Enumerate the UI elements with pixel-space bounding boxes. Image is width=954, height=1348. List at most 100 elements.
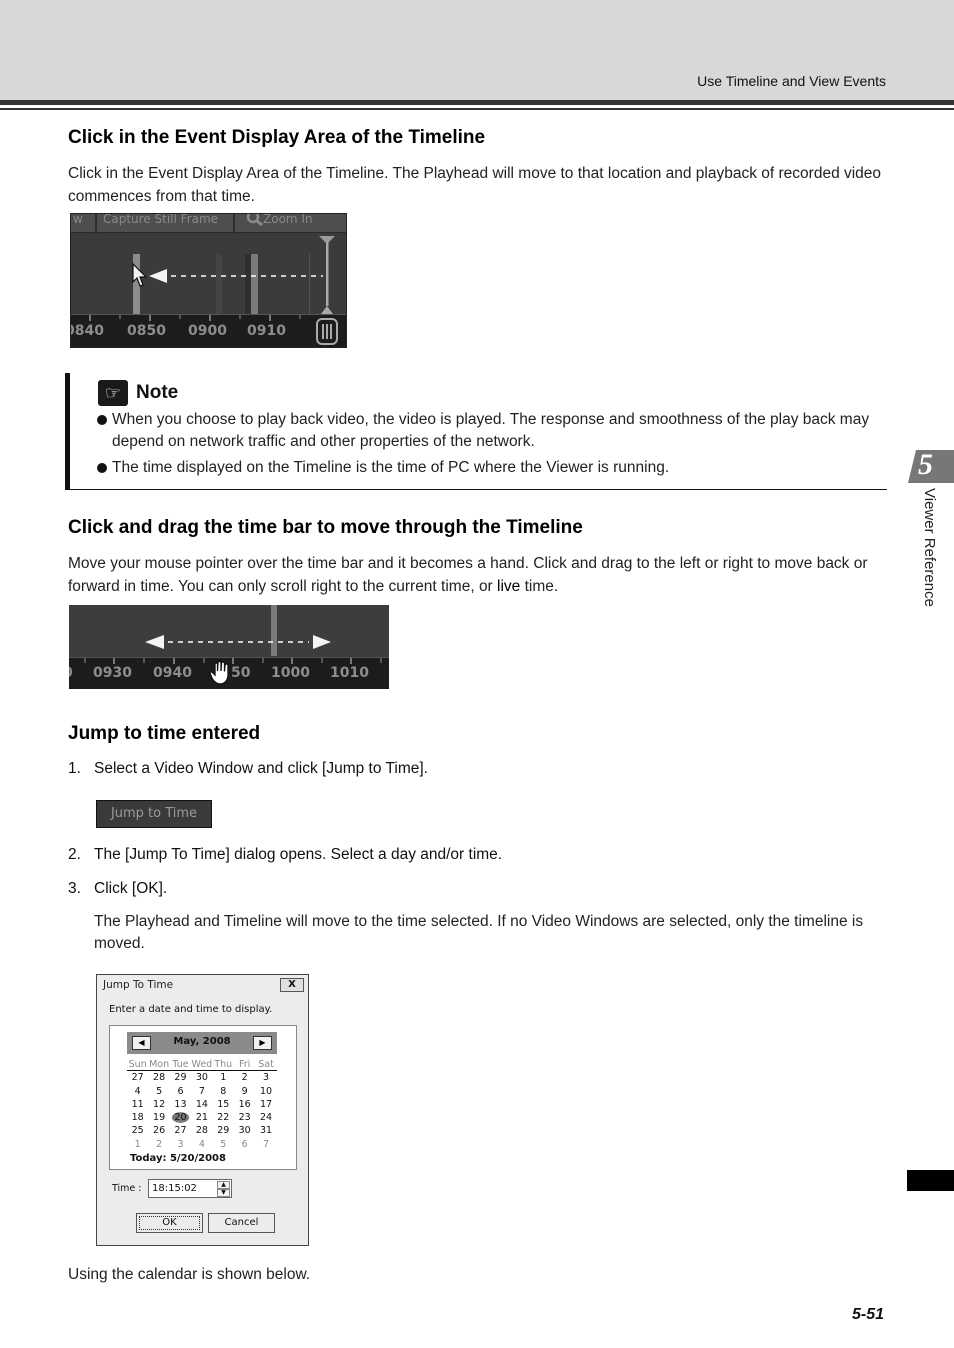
calendar-day[interactable]: 2 [234,1071,255,1084]
calendar-day[interactable]: 29 [213,1124,234,1137]
prev-month-button[interactable]: ◀ [132,1036,151,1050]
section-body-event-area: Click in the Event Display Area of the T… [68,165,882,205]
tick-label: 0850 [127,323,166,339]
calendar-day[interactable]: 16 [234,1098,255,1111]
calendar-day[interactable]: 11 [127,1098,148,1111]
calendar: May, 2008 ◀ ▶ Sun Mon Tue Wed Thu Fri Sat 27 28… [109,1025,297,1170]
time-bar[interactable]: 0 0930 0940 50 1000 1010 [69,657,389,689]
calendar-day[interactable]: 25 [127,1124,148,1137]
calendar-day[interactable]: 13 [170,1098,191,1111]
note-item: The time displayed on the Timeline is th… [96,457,886,479]
calendar-day[interactable]: 5 [213,1138,234,1151]
calendar-day[interactable]: 27 [170,1124,191,1137]
tick-mark [84,658,86,663]
calendar-day[interactable]: 1 [127,1138,148,1151]
calendar-day[interactable]: 10 [255,1085,276,1098]
today-link[interactable]: Today: 5/20/2008 [130,1153,226,1164]
calendar-day[interactable]: 15 [213,1098,234,1111]
calendar-day[interactable]: 18 [127,1111,148,1124]
tick-label: 1000 [271,665,310,681]
tick-mark [113,658,115,664]
calendar-week-row: 27 28 29 30 1 2 3 [127,1071,277,1084]
step-text: Select a Video Window and click [Jump to… [94,760,428,777]
section-heading-jump-to-time: Jump to time entered [68,723,261,744]
calendar-day[interactable]: 8 [213,1085,234,1098]
weekday-label: Fri [238,1059,251,1070]
calendar-day[interactable]: 17 [255,1098,276,1111]
close-button[interactable]: X [280,978,304,992]
next-month-button[interactable]: ▶ [253,1036,272,1050]
chevron-left-icon: ◀ [138,1038,145,1047]
calendar-day-selected[interactable]: 20 [169,1111,192,1125]
tick-mark [209,315,211,321]
calendar-day[interactable]: 6 [170,1085,191,1098]
time-scale[interactable]: 0840 0850 0900 0910 [71,314,346,347]
tick-mark [89,315,91,321]
calendar-day[interactable]: 6 [234,1138,255,1151]
tick-mark [321,658,323,663]
note-item-text: When you choose to play back video, the … [112,411,870,450]
step-3: 3. Click [OK]. [68,880,167,898]
weekday-label: Sat [258,1059,274,1070]
calendar-day[interactable]: 27 [127,1071,148,1084]
calendar-day[interactable]: 7 [255,1138,276,1151]
spin-down-button[interactable]: ▼ [217,1189,230,1197]
calendar-day[interactable]: 3 [170,1138,191,1151]
calendar-day[interactable]: 26 [148,1124,169,1137]
calendar-day[interactable]: 31 [255,1124,276,1137]
cancel-button[interactable]: Cancel [208,1213,275,1233]
jump-to-time-button[interactable]: Jump to Time [96,800,212,828]
playhead-handle-icon[interactable] [316,317,338,345]
close-icon: X [288,979,296,990]
calendar-day[interactable]: 2 [148,1138,169,1151]
body-text: time. [520,578,559,595]
bullet-icon [97,415,107,425]
ok-button[interactable]: OK [136,1213,203,1233]
calendar-day[interactable]: 30 [234,1124,255,1137]
calendar-header: May, 2008 ◀ ▶ [127,1032,277,1054]
tick-label: 0840 [71,323,104,339]
timeline-toolbar: w Capture Still Frame Zoom In [71,214,346,233]
bullet-icon [97,463,107,473]
calendar-day[interactable]: 28 [148,1071,169,1084]
tick-label: 0940 [153,665,192,681]
calendar-day[interactable]: 1 [213,1071,234,1084]
calendar-day[interactable]: 30 [191,1071,212,1084]
live-term: live [497,578,521,595]
event-display-area[interactable] [71,234,346,314]
tick-mark [119,315,121,319]
capture-still-frame-button[interactable]: Capture Still Frame [97,214,235,233]
calendar-day[interactable]: 12 [148,1098,169,1111]
calendar-day[interactable]: 23 [234,1111,255,1124]
calendar-day[interactable]: 3 [255,1071,276,1084]
timeline-screenshot-drag: 0 0930 0940 50 1000 1010 [69,605,389,689]
calendar-day[interactable]: 21 [191,1111,212,1124]
spin-up-button[interactable]: ▲ [217,1181,230,1189]
step-number: 1. [68,760,81,777]
dialog-title: Jump To Time [103,979,174,991]
calendar-day[interactable]: 28 [191,1124,212,1137]
calendar-day[interactable]: 29 [170,1071,191,1084]
toolbar-button-partial[interactable]: w [71,214,97,233]
calendar-day[interactable]: 24 [255,1111,276,1124]
tick-mark [350,658,352,664]
tick-label: 0910 [247,323,286,339]
calendar-week-row: 25 26 27 28 29 30 31 [127,1124,277,1137]
section-heading-event-area: Click in the Event Display Area of the T… [68,127,486,148]
playhead-icon[interactable] [315,234,339,314]
calendar-day[interactable]: 4 [191,1138,212,1151]
step-number: 2. [68,846,81,863]
tick-mark [380,658,382,663]
calendar-day[interactable]: 7 [191,1085,212,1098]
calendar-day[interactable]: 14 [191,1098,212,1111]
calendar-day[interactable]: 22 [213,1111,234,1124]
header-rule-thin [0,108,954,110]
calendar-day[interactable]: 5 [148,1085,169,1098]
tick-mark [203,658,205,663]
calendar-day[interactable]: 4 [127,1085,148,1098]
time-input[interactable]: 18:15:02 ▲ ▼ [148,1179,232,1198]
page-number: 5-51 [852,1306,885,1323]
calendar-day[interactable]: 9 [234,1085,255,1098]
thumb-index-marker [907,1170,954,1191]
calendar-day[interactable]: 19 [148,1111,169,1124]
